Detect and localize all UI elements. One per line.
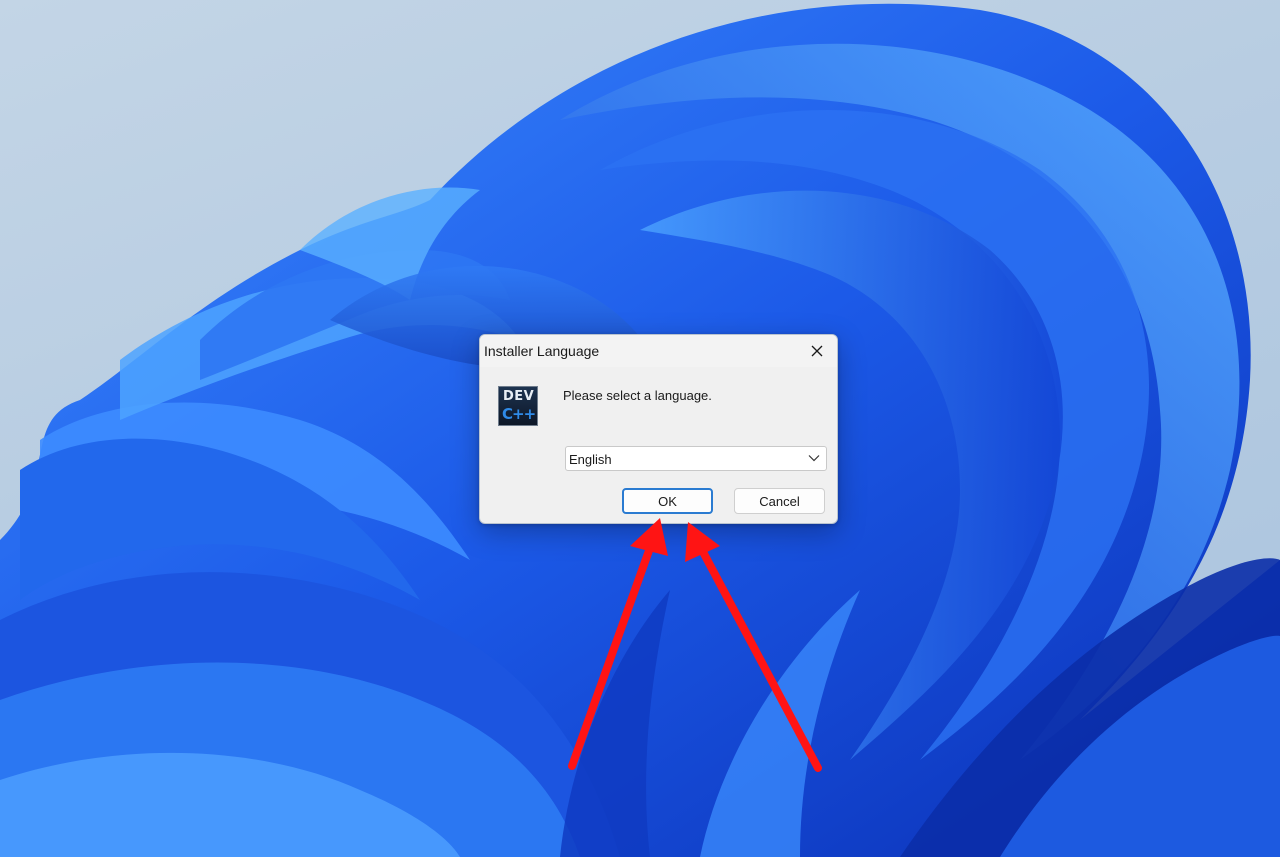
dev-cpp-logo-icon: DEV C++	[498, 386, 538, 426]
language-select-value: English	[569, 452, 612, 467]
app-icon-text-dev: DEV	[503, 389, 535, 404]
cancel-button[interactable]: Cancel	[734, 488, 825, 514]
installer-language-dialog: Installer Language DEV C++ Please select…	[479, 334, 838, 524]
desktop: Installer Language DEV C++ Please select…	[0, 0, 1280, 857]
app-icon-text-cpp: C++	[502, 405, 536, 423]
dialog-titlebar[interactable]: Installer Language	[480, 335, 837, 367]
chevron-down-icon	[808, 455, 820, 462]
close-icon	[811, 345, 823, 357]
language-prompt: Please select a language.	[563, 388, 712, 403]
close-button[interactable]	[797, 335, 837, 367]
ok-button[interactable]: OK	[622, 488, 713, 514]
language-select[interactable]: English	[565, 446, 827, 471]
dialog-title: Installer Language	[484, 343, 600, 359]
